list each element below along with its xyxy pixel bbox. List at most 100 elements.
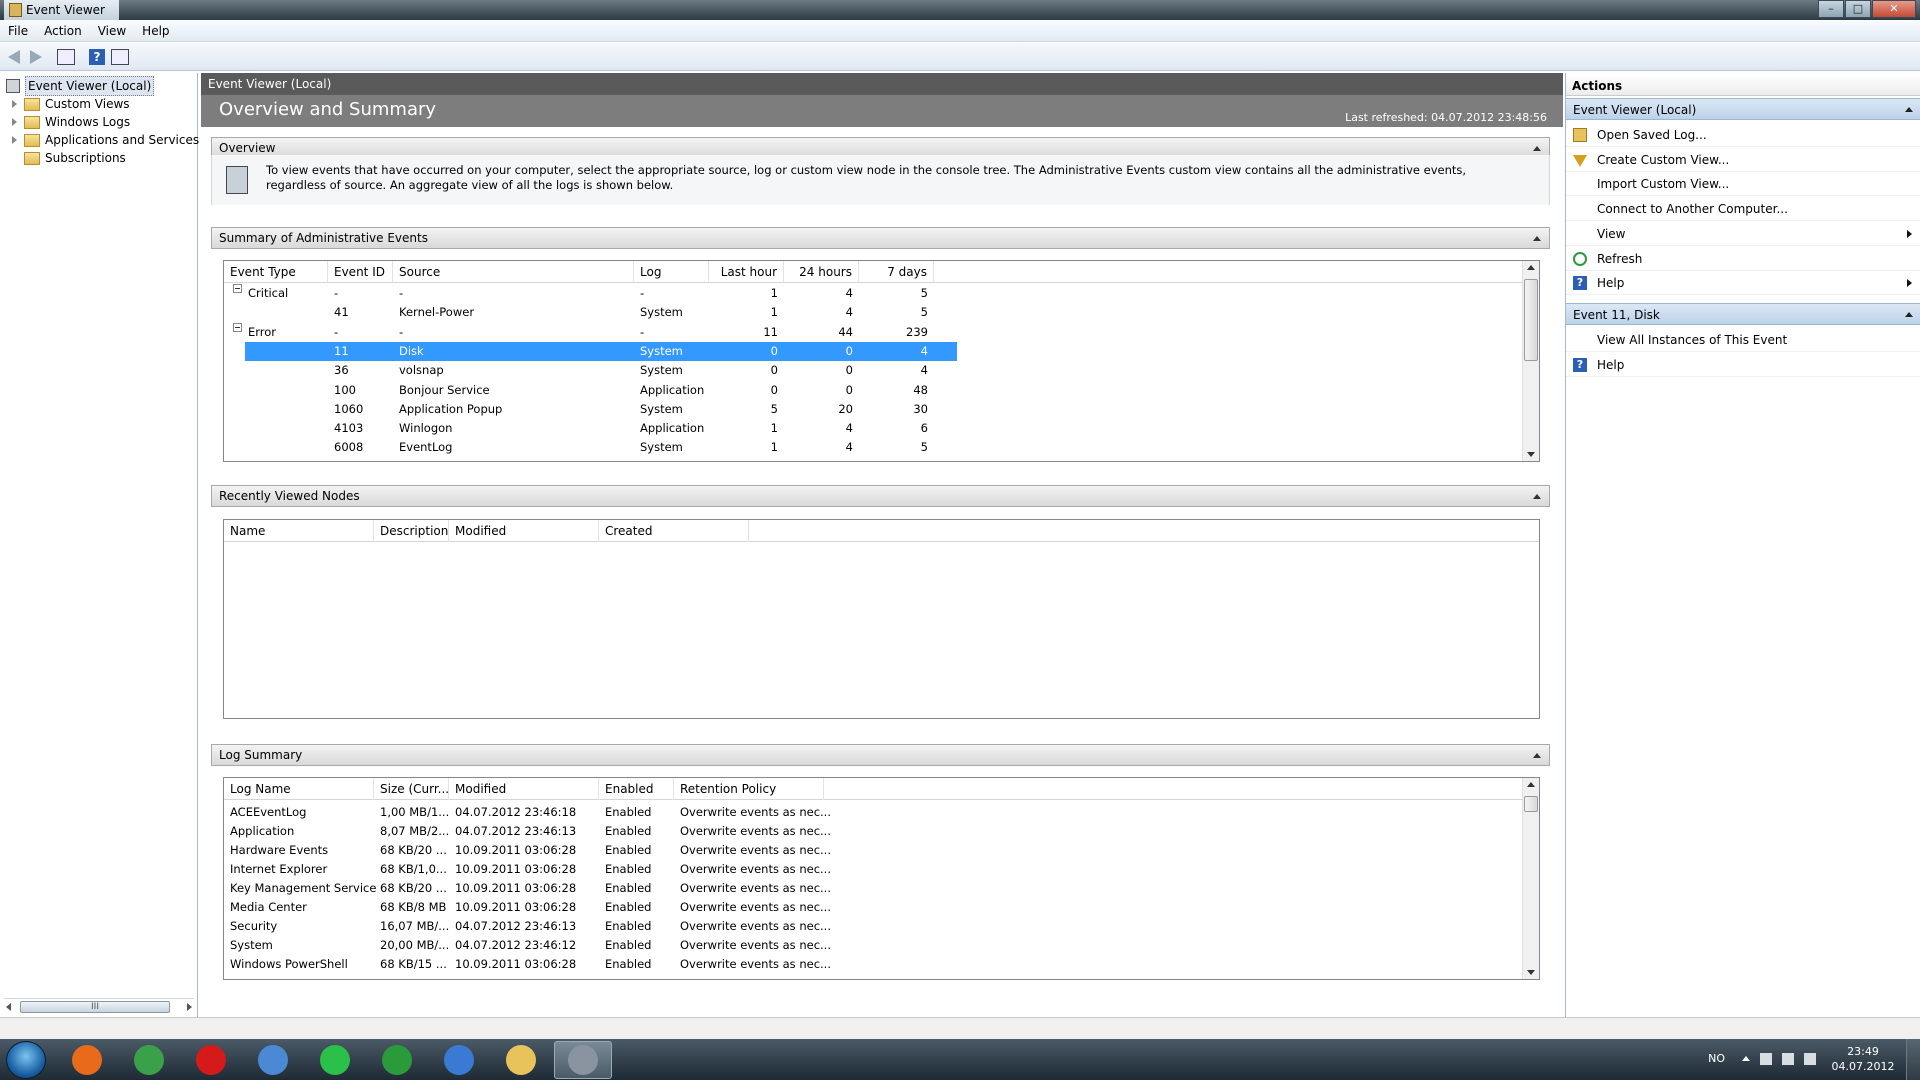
tree-item-event-viewer-local[interactable]: Event Viewer (Local)	[6, 76, 155, 96]
table-row[interactable]: Error - - - 11 44 239	[224, 322, 1539, 342]
column-header-size[interactable]: Size (Curr...	[374, 778, 449, 800]
action-item[interactable]: Import Custom View...	[1566, 172, 1920, 197]
log-summary-section-header[interactable]: Log Summary	[211, 744, 1550, 766]
action-item[interactable]: ? Help	[1566, 353, 1920, 377]
column-header-24-hours[interactable]: 24 hours	[784, 261, 859, 283]
collapse-icon[interactable]	[1905, 311, 1913, 317]
minimize-button[interactable]: –	[1818, 0, 1844, 18]
taskbar-button[interactable]	[368, 1041, 426, 1079]
column-header-event-id[interactable]: Event ID	[328, 261, 393, 283]
table-row[interactable]: 4103 Winlogon Application 1 4 6	[224, 419, 1539, 438]
table-row[interactable]: 6008 EventLog System 1 4 5	[224, 438, 1539, 457]
scroll-down-icon[interactable]	[1527, 970, 1535, 975]
network-icon[interactable]	[1782, 1053, 1794, 1065]
actions-group-header[interactable]: Event 11, Disk	[1566, 302, 1920, 325]
taskbar-button[interactable]	[120, 1041, 178, 1079]
expand-arrow-icon[interactable]	[12, 100, 17, 108]
action-item[interactable]: ? Help	[1566, 271, 1920, 296]
taskbar-button[interactable]	[430, 1041, 488, 1079]
tree-item-windows-logs[interactable]: Windows Logs	[12, 113, 130, 131]
help-toolbar-button[interactable]: ?	[87, 48, 107, 66]
taskbar-button[interactable]	[306, 1041, 364, 1079]
action-item[interactable]: Connect to Another Computer...	[1566, 197, 1920, 222]
taskbar-button[interactable]	[182, 1041, 240, 1079]
scroll-thumb[interactable]	[1524, 279, 1538, 361]
menu-view[interactable]: View	[90, 24, 134, 38]
volume-icon[interactable]	[1804, 1053, 1816, 1065]
collapse-icon[interactable]	[1533, 146, 1541, 151]
collapse-icon[interactable]	[1533, 494, 1541, 499]
column-header-name[interactable]: Name	[224, 520, 374, 542]
taskbar-button[interactable]	[492, 1041, 550, 1079]
maximize-button[interactable]: □	[1845, 0, 1871, 18]
taskbar-button[interactable]	[554, 1041, 612, 1079]
summary-vertical-scrollbar[interactable]	[1522, 261, 1539, 461]
table-row[interactable]: Critical - - - 1 4 5	[224, 284, 1539, 303]
table-row[interactable]: System 20,00 MB/... 04.07.2012 23:46:12 Ena…	[224, 936, 1539, 955]
column-header-7-days[interactable]: 7 days	[859, 261, 934, 283]
table-row[interactable]: Media Center 68 KB/8 MB 10.09.2011 03:06:2…	[224, 898, 1539, 917]
column-header-modified[interactable]: Modified	[449, 778, 599, 800]
tree-horizontal-scrollbar[interactable]: III	[4, 998, 194, 1015]
scroll-right-icon[interactable]	[187, 1003, 192, 1011]
table-row[interactable]: 41 Kernel-Power System 1 4 5	[224, 303, 1539, 322]
tree-item-subscriptions[interactable]: Subscriptions	[24, 149, 126, 167]
table-row[interactable]: Key Management Service 68 KB/20 ... 10.09.…	[224, 879, 1539, 898]
column-header-log[interactable]: Log	[634, 261, 709, 283]
clock[interactable]: 23:49 04.07.2012	[1828, 1044, 1898, 1074]
action-center-flag-icon[interactable]	[1760, 1053, 1772, 1065]
table-row[interactable]: ACEEventLog 1,00 MB/1... 04.07.2012 23:46:…	[224, 803, 1539, 822]
recent-nodes-section-header[interactable]: Recently Viewed Nodes	[211, 485, 1550, 507]
table-row[interactable]: 36 volsnap System 0 0 4	[224, 361, 1539, 380]
collapse-icon[interactable]	[1533, 753, 1541, 758]
expand-arrow-icon[interactable]	[12, 136, 17, 144]
forward-button[interactable]	[26, 48, 46, 66]
column-header-event-type[interactable]: Event Type	[224, 261, 328, 283]
action-item[interactable]: Create Custom View...	[1566, 148, 1920, 172]
collapse-icon[interactable]	[1905, 107, 1913, 112]
action-item[interactable]: Refresh	[1566, 247, 1920, 271]
menu-help[interactable]: Help	[134, 24, 177, 38]
scroll-up-icon[interactable]	[1527, 782, 1535, 787]
taskbar-button[interactable]	[58, 1041, 116, 1079]
collapse-icon[interactable]	[1533, 236, 1541, 241]
summary-section-header[interactable]: Summary of Administrative Events	[211, 227, 1550, 249]
table-row[interactable]: Application 8,07 MB/2... 04.07.2012 23:46:…	[224, 822, 1539, 841]
expand-arrow-icon[interactable]	[12, 118, 17, 126]
scroll-left-icon[interactable]	[6, 1003, 11, 1011]
table-row[interactable]: Hardware Events 68 KB/20 ... 10.09.2011 03…	[224, 841, 1539, 860]
close-button[interactable]: ✕	[1872, 0, 1916, 18]
table-row[interactable]: Security 16,07 MB/... 04.07.2012 23:46:13 E…	[224, 917, 1539, 936]
language-indicator[interactable]: NO	[1708, 1052, 1725, 1065]
column-header-retention-policy[interactable]: Retention Policy	[674, 778, 824, 800]
scroll-thumb[interactable]	[1524, 796, 1538, 812]
scroll-up-icon[interactable]	[1527, 265, 1535, 270]
taskbar-button[interactable]	[244, 1041, 302, 1079]
show-hide-console-tree-button[interactable]	[56, 48, 76, 66]
scroll-down-icon[interactable]	[1527, 452, 1535, 457]
start-button[interactable]	[6, 1041, 46, 1079]
log-summary-vertical-scrollbar[interactable]	[1522, 778, 1539, 979]
column-header-enabled[interactable]: Enabled	[599, 778, 674, 800]
show-hidden-icons-icon[interactable]	[1742, 1056, 1750, 1061]
table-row[interactable]: 100 Bonjour Service Application 0 0 48	[224, 381, 1539, 400]
scroll-thumb[interactable]: III	[20, 1001, 170, 1013]
action-item[interactable]: View All Instances of This Event	[1566, 328, 1920, 352]
collapse-group-icon[interactable]	[233, 284, 242, 293]
actions-group-header[interactable]: Event Viewer (Local)	[1566, 98, 1920, 120]
tree-item-applications-and-services[interactable]: Applications and Services Lo	[12, 131, 217, 149]
column-header-last-hour[interactable]: Last hour	[709, 261, 784, 283]
column-header-modified[interactable]: Modified	[449, 520, 599, 542]
action-item[interactable]: View	[1566, 222, 1920, 246]
show-desktop-button[interactable]	[1906, 1039, 1920, 1080]
tree-item-custom-views[interactable]: Custom Views	[12, 95, 130, 113]
table-row[interactable]: Internet Explorer 68 KB/1,0... 10.09.2011 …	[224, 860, 1539, 879]
column-header-log-name[interactable]: Log Name	[224, 778, 374, 800]
table-row[interactable]: Windows PowerShell 68 KB/15 ... 10.09.2011…	[224, 955, 1539, 974]
column-header-description[interactable]: Description	[374, 520, 449, 542]
table-row[interactable]: 1060 Application Popup System 5 20 30	[224, 400, 1539, 419]
table-row[interactable]: 11 Disk System 0 0 4	[224, 341, 1539, 361]
menu-file[interactable]: File	[0, 24, 36, 38]
back-button[interactable]	[4, 48, 24, 66]
collapse-group-icon[interactable]	[233, 322, 242, 332]
